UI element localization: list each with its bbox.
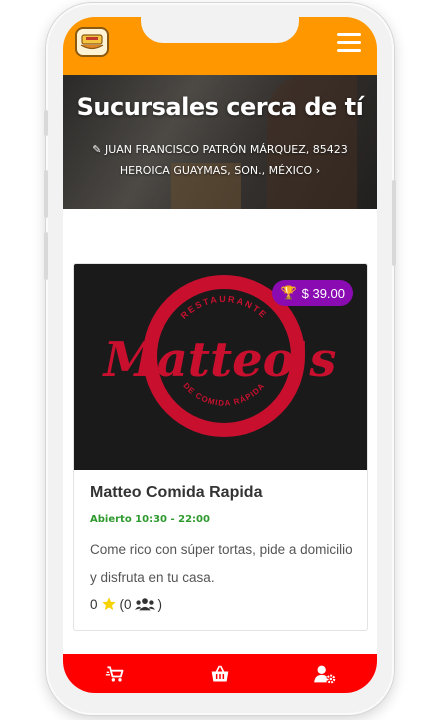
address-link[interactable]: ✎ JUAN FRANCISCO PATRÓN MÁRQUEZ, 85423 H… [63,139,377,181]
pencil-icon: ✎ [92,143,102,156]
restaurant-card[interactable]: RESTAURANTE DE COMIDA RÁPIDA Matteo's 🏆 … [73,263,368,631]
rating-value: 0 [90,596,98,612]
star-icon [101,597,116,610]
restaurant-description: Come rico con súper tortas, pide a domic… [90,542,353,585]
side-button [44,170,48,218]
rating: 0 (0 ) [90,596,162,612]
hero-banner: Sucursales cerca de tí ✎ JUAN FRANCISCO … [63,75,377,209]
chevron-right-icon: › [315,164,321,177]
delivery-cart-icon[interactable] [95,659,135,689]
image-text-top: RESTAURANTE [179,294,268,321]
side-button [44,232,48,280]
reviews-count: (0 [119,596,132,612]
open-status: Abierto 10:30 - 22:00 [90,514,210,525]
svg-text:RESTAURANTE: RESTAURANTE [179,294,270,321]
address-line-2: HEROICA GUAYMAS, SON., MÉXICO [119,164,313,177]
restaurant-logo-icon[interactable] [75,27,109,57]
main-content: RESTAURANTE DE COMIDA RÁPIDA Matteo's 🏆 … [63,209,377,649]
restaurant-image[interactable]: RESTAURANTE DE COMIDA RÁPIDA Matteo's 🏆 … [74,264,367,470]
users-icon [134,598,155,611]
basket-icon[interactable] [200,659,240,689]
hamburger-menu-icon[interactable] [337,33,361,55]
price-badge: 🏆 $ 39.00 [272,280,353,306]
hero-title: Sucursales cerca de tí [76,93,364,121]
price-value: $ 39.00 [301,285,345,301]
address-line-1: JUAN FRANCISCO PATRÓN MÁRQUEZ, 85423 [104,143,348,156]
user-settings-icon[interactable] [305,659,345,689]
bottom-nav [63,654,377,693]
trophy-icon: 🏆 [280,285,297,300]
notch [141,17,299,43]
reviews-close: ) [157,596,163,612]
side-button [44,110,48,136]
image-brand: Matteo's [102,332,337,388]
side-button [392,180,396,266]
phone-screen: Sucursales cerca de tí ✎ JUAN FRANCISCO … [63,17,377,693]
restaurant-title[interactable]: Matteo Comida Rapida [90,484,262,502]
